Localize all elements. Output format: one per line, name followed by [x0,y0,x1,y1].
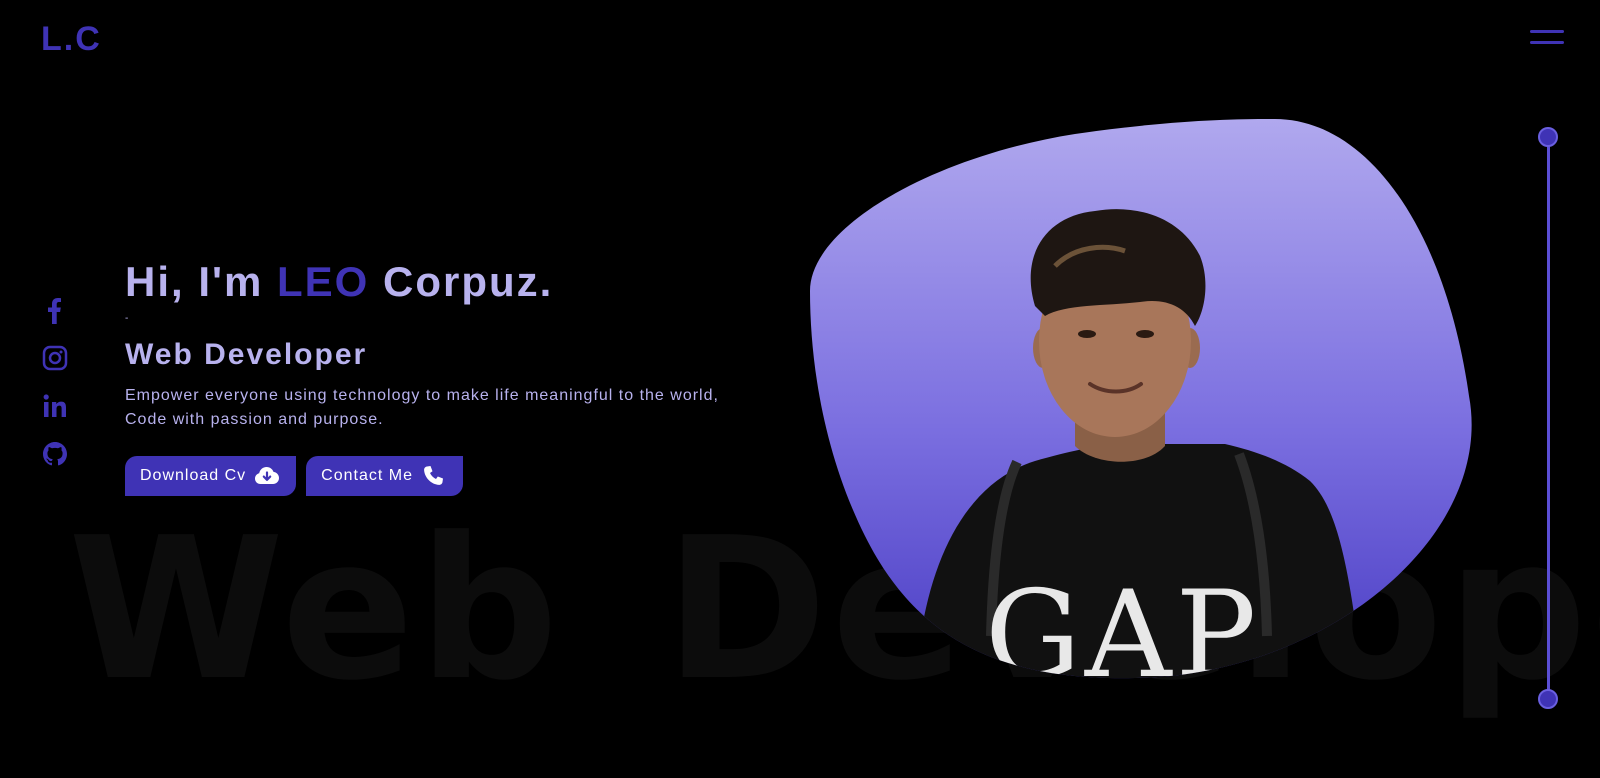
description-line-1: Empower everyone using technology to mak… [125,387,719,404]
facebook-icon [48,298,61,324]
instagram-link[interactable] [41,343,69,373]
role-title: Web Developer [125,338,368,371]
hero-description: Empower everyone using technology to mak… [125,384,785,432]
typing-cursor: - [125,313,129,324]
facebook-link[interactable] [41,295,69,325]
download-cv-button[interactable]: Download Cv [125,456,297,496]
cloud-download-icon [255,467,280,484]
hero-buttons: Download Cv Contact Me [125,456,785,496]
contact-me-button[interactable]: Contact Me [306,456,463,496]
portfolio-page: Web Developer L.C [0,0,1600,778]
scroll-track[interactable] [1547,136,1550,698]
greeting-text: Hi, I'm [125,258,278,305]
scroll-bottom-dot[interactable] [1538,689,1558,709]
github-link[interactable] [41,439,69,469]
linkedin-icon [43,394,66,417]
last-name: Corpuz. [369,258,554,305]
instagram-icon [42,345,68,371]
github-icon [43,442,67,466]
phone-icon [424,466,443,485]
description-line-2: Code with passion and purpose. [125,411,384,428]
hero-section: Hi, I'm LEO Corpuz. - Web Developer Empo… [125,258,785,496]
first-name: LEO [277,258,370,305]
svg-text:GAP: GAP [985,566,1260,696]
hamburger-menu-icon[interactable] [1530,30,1564,48]
social-links [41,295,69,469]
contact-me-label: Contact Me [321,467,413,484]
hero-title: Hi, I'm LEO Corpuz. [125,258,785,306]
download-cv-label: Download Cv [140,467,247,484]
profile-photo: GAP [805,116,1475,696]
linkedin-link[interactable] [41,391,69,421]
scroll-top-dot[interactable] [1538,127,1558,147]
logo[interactable]: L.C [41,20,102,59]
